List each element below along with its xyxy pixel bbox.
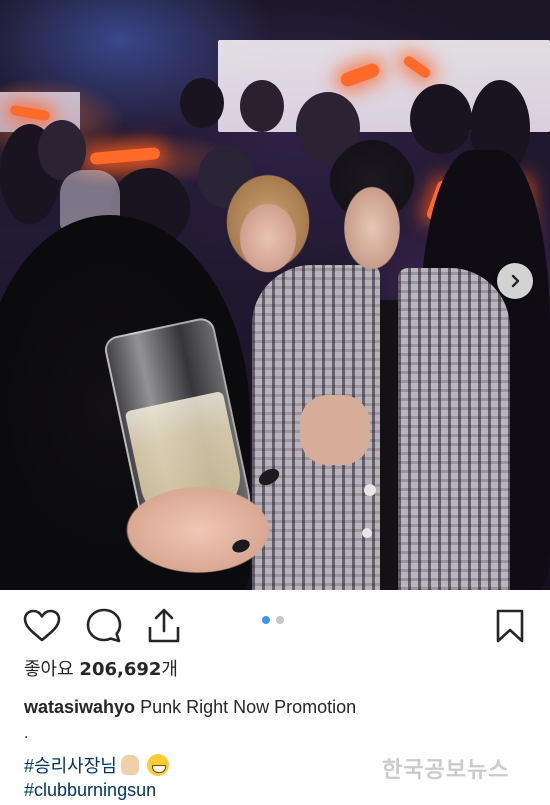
crowd-person bbox=[410, 84, 472, 154]
like-button[interactable] bbox=[22, 606, 62, 646]
likes-count[interactable]: 좋아요 206,692개 bbox=[24, 655, 178, 681]
heart-icon bbox=[23, 609, 61, 642]
likes-suffix: 개 bbox=[161, 659, 178, 680]
post-caption: watasiwahyo Punk Right Now Promotion bbox=[24, 697, 356, 718]
share-upload-icon bbox=[148, 608, 180, 643]
carousel-indicator bbox=[262, 616, 284, 624]
post-photo[interactable] bbox=[0, 0, 550, 590]
likes-label: 좋아요 bbox=[24, 659, 74, 680]
chevron-right-icon bbox=[511, 274, 520, 288]
jacket-button bbox=[362, 528, 372, 538]
hashtag-link[interactable]: #승리사장님 bbox=[24, 756, 117, 776]
man-jacket-right bbox=[398, 268, 510, 590]
caption-dot: . bbox=[24, 726, 29, 742]
hashtag-link[interactable]: #clubburningsun bbox=[24, 780, 156, 800]
carousel-dot bbox=[276, 616, 284, 624]
watermark: 한국공보뉴스 bbox=[382, 758, 510, 783]
comment-button[interactable] bbox=[84, 606, 124, 646]
jacket-button bbox=[364, 484, 376, 496]
raised-hand-emoji-icon bbox=[120, 755, 139, 775]
save-button[interactable] bbox=[490, 606, 530, 646]
caption-text: Punk Right Now Promotion bbox=[140, 697, 357, 717]
crowd-person bbox=[240, 80, 284, 132]
light-stick bbox=[89, 146, 161, 166]
bookmark-icon bbox=[496, 609, 524, 643]
share-button[interactable] bbox=[144, 606, 184, 646]
man-face bbox=[322, 140, 422, 290]
grinning-face-emoji-icon bbox=[146, 754, 169, 776]
carousel-dot-active bbox=[262, 616, 270, 624]
hashtag-line-1: #승리사장님 bbox=[24, 752, 169, 778]
post-action-bar bbox=[0, 600, 550, 652]
carousel-next-button[interactable] bbox=[497, 263, 533, 299]
hashtag-line-2: #clubburningsun bbox=[24, 780, 156, 801]
likes-number: 206,692 bbox=[79, 659, 162, 680]
caption-username[interactable]: watasiwahyo bbox=[24, 697, 135, 717]
hand-gesture bbox=[300, 395, 370, 465]
comment-bubble-icon bbox=[86, 608, 122, 643]
crowd-person bbox=[180, 78, 224, 128]
